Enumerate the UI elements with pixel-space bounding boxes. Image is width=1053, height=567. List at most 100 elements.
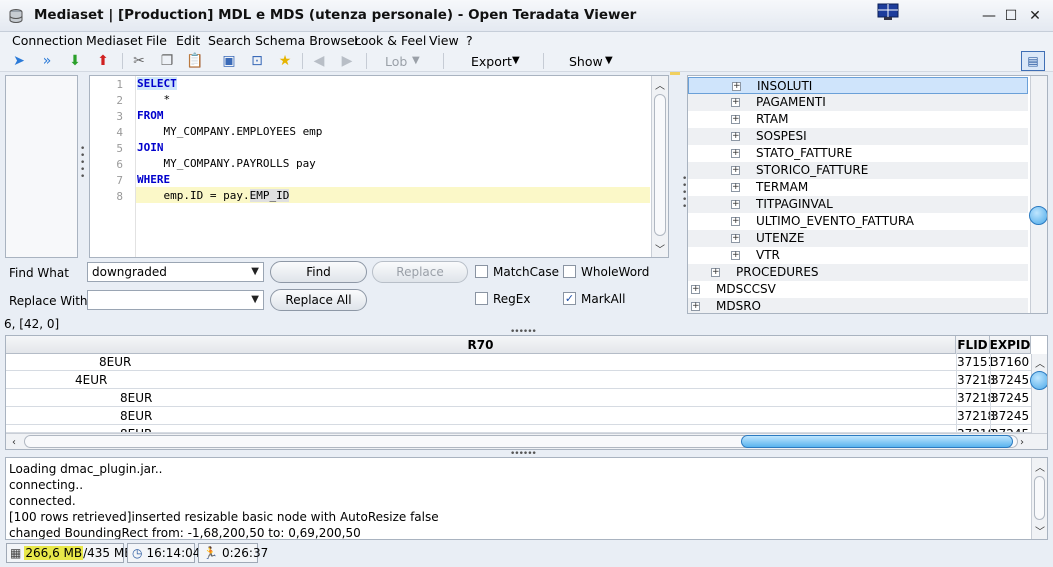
back-arrow-icon[interactable]: ◀ xyxy=(310,52,328,70)
column-header-flid[interactable]: FLID xyxy=(956,336,990,354)
scroll-thumb[interactable] xyxy=(1029,206,1047,225)
show-dropdown[interactable]: Show xyxy=(569,54,603,69)
menu-edit[interactable]: Edit xyxy=(176,33,200,48)
tree-node[interactable]: + STATO_FATTURE xyxy=(688,145,1028,162)
scroll-up-icon[interactable]: ︿ xyxy=(652,76,668,92)
download-arrow-icon[interactable]: ⬇ xyxy=(66,52,84,70)
expand-plus-icon[interactable]: + xyxy=(732,82,741,91)
replace-with-combo[interactable]: ▼ xyxy=(87,290,264,310)
whole-word-checkbox[interactable] xyxy=(563,265,576,278)
paste-icon[interactable]: 📋 xyxy=(186,52,204,70)
log-vertical-scrollbar[interactable]: ︿ ﹀ xyxy=(1031,458,1047,539)
tree-node[interactable]: + ULTIMO_EVENTO_FATTURA xyxy=(688,213,1028,230)
export-dropdown[interactable]: Export xyxy=(471,54,512,69)
run-all-icon[interactable]: » xyxy=(38,52,56,70)
scroll-thumb[interactable] xyxy=(654,94,666,236)
lob-dropdown[interactable]: Lob xyxy=(385,54,407,69)
table-row[interactable]: 8EUR 37218 37245 xyxy=(6,407,1031,425)
forward-arrow-icon[interactable]: ▶ xyxy=(338,52,356,70)
column-header-expid[interactable]: EXPID xyxy=(990,336,1031,354)
tree-node[interactable]: + RTAM xyxy=(688,111,1028,128)
tree-node[interactable]: + UTENZE xyxy=(688,230,1028,247)
scroll-left-icon[interactable]: ‹ xyxy=(6,434,22,449)
editor-vertical-scrollbar[interactable]: ︿ ﹀ xyxy=(651,76,668,257)
tree-node[interactable]: + VTR xyxy=(688,247,1028,264)
close-button[interactable]: ✕ xyxy=(1024,6,1046,26)
expand-plus-icon[interactable]: + xyxy=(731,183,740,192)
tree-node[interactable]: + INSOLUTI xyxy=(688,77,1028,94)
menu-schema-browser[interactable]: Schema Browser xyxy=(255,33,360,48)
scroll-thumb[interactable] xyxy=(1034,476,1045,520)
splitter-grip[interactable]: • • • • • xyxy=(80,145,86,182)
scroll-right-icon[interactable]: › xyxy=(1014,434,1030,449)
scroll-down-icon[interactable]: ﹀ xyxy=(652,240,668,256)
memory-indicator[interactable]: ▦ 266,6 MB /435 MB xyxy=(6,543,132,563)
tree-node[interactable]: + TITPAGINVAL xyxy=(688,196,1028,213)
table-row[interactable]: 8EUR 37218 37245 xyxy=(6,389,1031,407)
minimize-button[interactable]: — xyxy=(978,6,1000,26)
replace-all-button[interactable]: Replace All xyxy=(270,289,367,311)
maximize-button[interactable]: ☐ xyxy=(1000,6,1022,26)
save-as-icon[interactable]: ⊡ xyxy=(248,52,266,70)
expand-plus-icon[interactable]: + xyxy=(711,268,720,277)
grid-horizontal-scrollbar[interactable]: ‹ › xyxy=(6,433,1047,449)
regex-checkbox[interactable] xyxy=(475,292,488,305)
tree-node[interactable]: + TERMAM xyxy=(688,179,1028,196)
menu-file[interactable]: File xyxy=(146,33,167,48)
tree-node[interactable]: + MDSRO xyxy=(688,298,1028,313)
tree-vertical-scrollbar[interactable] xyxy=(1029,76,1047,313)
tree-node[interactable]: + STORICO_FATTURE xyxy=(688,162,1028,179)
replace-button[interactable]: Replace xyxy=(372,261,468,283)
schema-tree[interactable]: + INSOLUTI + PAGAMENTI + RTAM + SOSPESI … xyxy=(687,75,1048,314)
expand-plus-icon[interactable]: + xyxy=(731,217,740,226)
copy-icon[interactable]: ❐ xyxy=(158,52,176,70)
table-row[interactable]: 8EUR 37218 37245 xyxy=(6,425,1031,433)
menu-search[interactable]: Search xyxy=(208,33,251,48)
column-header-r70[interactable]: R70 xyxy=(6,336,956,354)
favorite-star-icon[interactable]: ★ xyxy=(276,52,294,70)
tree-node[interactable]: + PAGAMENTI xyxy=(688,94,1028,111)
expand-plus-icon[interactable]: + xyxy=(731,132,740,141)
tree-node[interactable]: + SOSPESI xyxy=(688,128,1028,145)
find-what-combo[interactable]: downgraded ▼ xyxy=(87,262,264,282)
table-row[interactable]: 8EUR 37151 37160 xyxy=(6,353,1031,371)
scroll-thumb[interactable] xyxy=(1030,371,1047,390)
mark-all-checkbox[interactable]: ✓ xyxy=(563,292,576,305)
expand-plus-icon[interactable]: + xyxy=(691,285,700,294)
upload-arrow-icon[interactable]: ⬆ xyxy=(94,52,112,70)
menu-mediaset[interactable]: Mediaset xyxy=(86,33,143,48)
menu-connection[interactable]: Connection xyxy=(12,33,83,48)
expand-plus-icon[interactable]: + xyxy=(691,302,700,311)
save-icon[interactable]: ▣ xyxy=(220,52,238,70)
tree-node[interactable]: + MDSCCSV xyxy=(688,281,1028,298)
menu-view[interactable]: View xyxy=(429,33,459,48)
expand-plus-icon[interactable]: + xyxy=(731,149,740,158)
grid-vertical-scrollbar[interactable]: ︿ xyxy=(1030,354,1047,433)
match-case-checkbox[interactable] xyxy=(475,265,488,278)
scroll-up-icon[interactable]: ︿ xyxy=(1032,354,1047,370)
find-button[interactable]: Find xyxy=(270,261,367,283)
table-row[interactable]: 4EUR 37218 37245 xyxy=(6,371,1031,389)
expand-plus-icon[interactable]: + xyxy=(731,251,740,260)
menu-look-and-feel[interactable]: Look & Feel xyxy=(354,33,426,48)
log-console[interactable]: Loading dmac_plugin.jar.. connecting.. c… xyxy=(5,457,1048,540)
expand-plus-icon[interactable]: + xyxy=(731,166,740,175)
tree-node[interactable]: + PROCEDURES xyxy=(688,264,1028,281)
result-grid[interactable]: R70 FLID EXPID 8EUR 37151 37160 4EUR 372… xyxy=(5,335,1048,450)
expand-plus-icon[interactable]: + xyxy=(731,98,740,107)
run-icon[interactable]: ➤ xyxy=(10,52,28,70)
expand-plus-icon[interactable]: + xyxy=(731,234,740,243)
monitor-icon[interactable] xyxy=(877,3,899,21)
scroll-thumb[interactable] xyxy=(741,435,1013,448)
panel-layout-icon[interactable]: ▤ xyxy=(1021,51,1045,71)
find-what-label: Find What xyxy=(9,266,69,280)
scroll-down-icon[interactable]: ﹀ xyxy=(1032,522,1047,538)
expand-plus-icon[interactable]: + xyxy=(731,200,740,209)
cell-expid: 37245 xyxy=(990,389,1030,407)
chevron-down-icon: ▼ xyxy=(412,55,420,66)
expand-plus-icon[interactable]: + xyxy=(731,115,740,124)
menu-help[interactable]: ? xyxy=(466,33,473,48)
cut-icon[interactable]: ✂ xyxy=(130,52,148,70)
scroll-up-icon[interactable]: ︿ xyxy=(1032,458,1047,474)
sql-editor[interactable]: 1 2 3 4 5 6 7 8 SELECT * FROM MY_COMPANY… xyxy=(89,75,669,258)
